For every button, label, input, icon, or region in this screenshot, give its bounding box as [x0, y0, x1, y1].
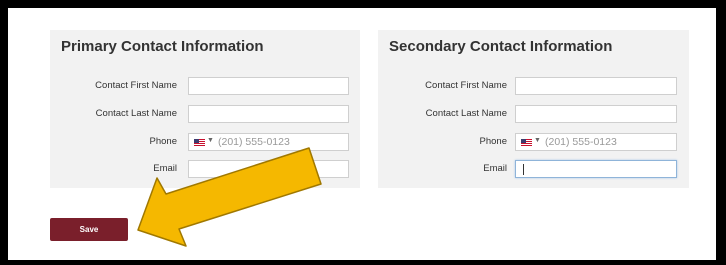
page-frame: Primary Contact Information Contact Firs… [8, 8, 716, 260]
annotation-arrow [137, 147, 322, 247]
arrow-shape [137, 147, 322, 247]
